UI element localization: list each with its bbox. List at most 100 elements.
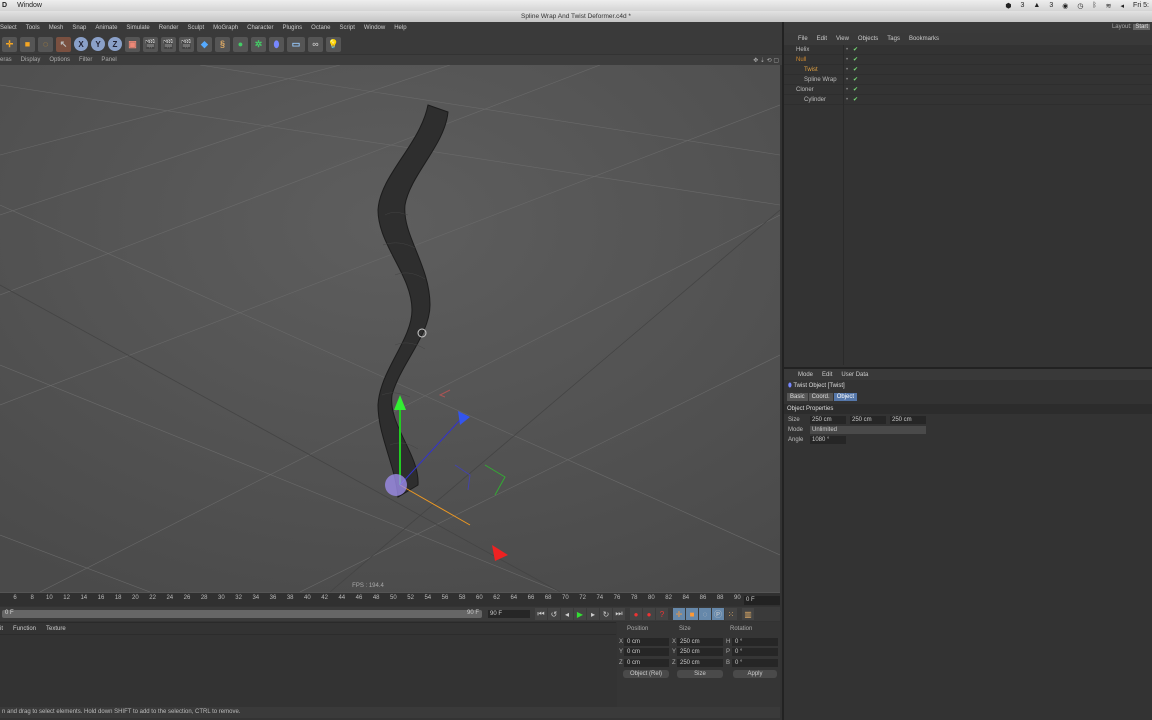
object-row[interactable]: Spline Wrap • ✔ [784, 75, 1152, 85]
rotation-field[interactable]: 0 ° [732, 658, 778, 667]
enabled-check-icon[interactable]: ✔ [853, 46, 858, 53]
key-pla-icon[interactable]: ⁙ [725, 608, 737, 620]
enabled-check-icon[interactable]: ✔ [853, 56, 858, 63]
clock-icon[interactable]: ◷ [1077, 2, 1083, 10]
menu-animate[interactable]: Animate [95, 25, 117, 31]
range-slider[interactable]: 0 F 90 F [2, 610, 482, 618]
y-axis-button[interactable]: Y [91, 37, 105, 51]
visibility-dot[interactable]: • [846, 67, 848, 73]
mode-dropdown[interactable]: Unlimited [810, 426, 926, 434]
enabled-check-icon[interactable]: ✔ [853, 86, 858, 93]
apply-button[interactable]: Apply [733, 670, 777, 678]
menu-help[interactable]: Help [394, 25, 406, 31]
deformer-icon[interactable]: ⬮ [269, 36, 284, 52]
menu-script[interactable]: Script [340, 25, 355, 31]
menu-window[interactable]: Window [364, 25, 385, 31]
rotate-tool-icon[interactable]: ◌ [38, 36, 53, 52]
move-tool-icon[interactable]: ✛ [2, 36, 17, 52]
record-key-icon[interactable]: ● [630, 608, 642, 620]
menu-octane[interactable]: Octane [311, 25, 330, 31]
floor-icon[interactable]: ▭ [287, 36, 305, 52]
next-key-icon[interactable]: ↻ [600, 608, 612, 620]
current-frame-field[interactable]: 0 F [744, 596, 780, 605]
apple-app-name[interactable]: D [2, 2, 7, 9]
viewport-menu-panel[interactable]: Panel [101, 57, 116, 63]
menu-mograph[interactable]: MoGraph [213, 25, 238, 31]
viewport-menu-cameras[interactable]: eras [0, 57, 12, 63]
enabled-check-icon[interactable]: ✔ [853, 76, 858, 83]
angle-field[interactable]: 1080 ° [810, 436, 846, 444]
am-menu-edit[interactable]: Edit [822, 372, 832, 378]
coordinate-system-icon[interactable]: ▣ [125, 36, 140, 52]
rotation-field[interactable]: 0 ° [732, 648, 778, 656]
record-icon[interactable]: ◉ [1062, 2, 1068, 10]
visibility-dot[interactable]: • [846, 57, 848, 63]
viewport-menu-options[interactable]: Options [49, 57, 70, 63]
prev-frame-icon[interactable]: ◂ [561, 608, 573, 620]
subdivision-icon[interactable]: ● [233, 36, 248, 52]
dropbox-icon[interactable]: ⬢ [1005, 2, 1011, 10]
menu-snap[interactable]: Snap [72, 25, 86, 31]
menu-plugins[interactable]: Plugins [282, 25, 302, 31]
object-row[interactable]: Twist • ✔ [784, 65, 1152, 75]
position-field[interactable]: 0 cm [624, 658, 669, 667]
visibility-dot[interactable]: • [846, 97, 848, 103]
object-name[interactable]: Twist [804, 67, 818, 73]
material-menu-texture[interactable]: Texture [46, 626, 66, 632]
object-name[interactable]: Null [796, 57, 806, 63]
viewport-menu-display[interactable]: Display [21, 57, 41, 63]
object-name[interactable]: Cylinder [804, 97, 826, 103]
key-scale-icon[interactable]: ■ [686, 608, 698, 620]
position-field[interactable]: 0 cm [624, 648, 669, 656]
render-picture-viewer-icon[interactable]: 🎬 [161, 36, 176, 52]
cloner-icon[interactable]: ✲ [251, 36, 266, 52]
adobe-icon[interactable]: ▲ [1033, 2, 1040, 10]
menu-character[interactable]: Character [247, 25, 273, 31]
object-row[interactable]: Cylinder • ✔ [784, 95, 1152, 105]
am-menu-user-data[interactable]: User Data [841, 372, 868, 378]
object-row[interactable]: Helix • ✔ [784, 45, 1152, 55]
size-x-field[interactable]: 250 cm [810, 416, 846, 424]
size-y-field[interactable]: 250 cm [850, 416, 886, 424]
size-field[interactable]: 250 cm [677, 658, 723, 667]
timeline-ruler[interactable]: 6 8 10 12 14 16 18 20 22 24 26 28 30 32 34 36 38 40 42 44 46… [0, 592, 780, 606]
menu-select[interactable]: Select [0, 25, 17, 31]
mac-menu-window[interactable]: Window [17, 2, 42, 9]
object-name[interactable]: Cloner [796, 87, 814, 93]
object-name[interactable]: Spline Wrap [804, 77, 837, 83]
visibility-dot[interactable]: • [846, 77, 848, 83]
key-param-icon[interactable]: Ⓟ [712, 608, 724, 620]
rotation-field[interactable]: 0 ° [732, 637, 778, 646]
menu-simulate[interactable]: Simulate [126, 25, 149, 31]
material-menu-edit[interactable]: it [0, 626, 3, 632]
3d-viewport[interactable]: FPS : 194.4 [0, 65, 780, 592]
keyframe-selection-icon[interactable]: ? [656, 608, 668, 620]
menu-render[interactable]: Render [159, 25, 179, 31]
timeline-icon[interactable]: ▥ [742, 608, 754, 620]
key-position-icon[interactable]: ✛ [673, 608, 685, 620]
badge-1[interactable]: 3 [1020, 2, 1024, 10]
bluetooth-icon[interactable]: ᛒ [1092, 2, 1096, 10]
object-name[interactable]: Helix [796, 47, 809, 53]
visibility-dot[interactable]: • [846, 47, 848, 53]
position-field[interactable]: 0 cm [624, 637, 669, 646]
next-frame-icon[interactable]: ▸ [587, 608, 599, 620]
end-frame-field[interactable]: 90 F [488, 610, 530, 618]
object-row[interactable]: Null • ✔ [784, 55, 1152, 65]
om-menu-view[interactable]: View [836, 36, 849, 42]
material-menu-function[interactable]: Function [13, 626, 36, 632]
spline-pen-icon[interactable]: § [215, 36, 230, 52]
menu-sculpt[interactable]: Sculpt [187, 25, 204, 31]
badge-2[interactable]: 3 [1049, 2, 1053, 10]
render-settings-icon[interactable]: 🎬 [179, 36, 194, 52]
size-field[interactable]: 250 cm [677, 648, 723, 656]
menu-mesh[interactable]: Mesh [49, 25, 64, 31]
size-field[interactable]: 250 cm [677, 637, 723, 646]
coord-mode-dropdown[interactable]: Object (Rel) [623, 670, 669, 678]
layout-dropdown[interactable]: Start [1133, 24, 1150, 30]
size-mode-dropdown[interactable]: Size [677, 670, 723, 678]
enabled-check-icon[interactable]: ✔ [853, 66, 858, 73]
tab-basic[interactable]: Basic [787, 393, 808, 401]
camera-icon[interactable]: ∞ [308, 36, 323, 52]
wifi-icon[interactable]: ≋ [1106, 2, 1112, 10]
